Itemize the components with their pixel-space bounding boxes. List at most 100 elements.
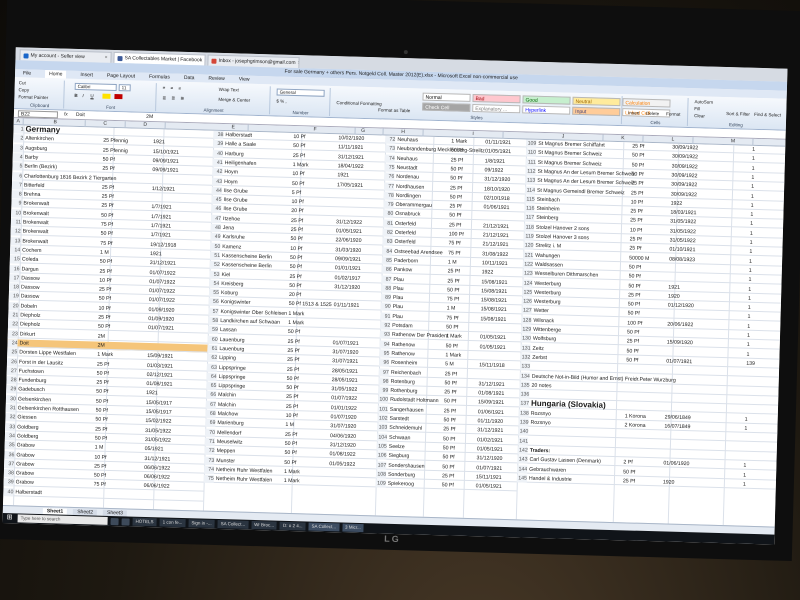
row-number[interactable]: 2 bbox=[13, 134, 24, 143]
row-number[interactable]: 126 bbox=[521, 297, 532, 306]
row-number[interactable]: 131 bbox=[520, 343, 531, 353]
row-number[interactable]: 99 bbox=[378, 386, 389, 395]
font-size-select[interactable]: 11 bbox=[118, 84, 131, 92]
row-number[interactable]: 18 bbox=[8, 283, 20, 292]
fill-button[interactable]: Fill bbox=[694, 106, 700, 111]
row-number[interactable]: 107 bbox=[376, 460, 387, 470]
row-number[interactable]: 69 bbox=[205, 418, 216, 428]
row-number[interactable]: 111 bbox=[525, 158, 536, 167]
file-explorer-icon[interactable] bbox=[121, 517, 130, 526]
row-number[interactable]: 86 bbox=[381, 265, 392, 274]
style-cell[interactable]: Check Cell bbox=[422, 102, 471, 112]
row-number[interactable]: 13 bbox=[10, 236, 21, 245]
highlight-color-icon[interactable] bbox=[102, 93, 111, 99]
row-number[interactable]: 50 bbox=[210, 242, 221, 251]
row-number[interactable]: 25 bbox=[7, 348, 18, 357]
row-number[interactable]: 9 bbox=[11, 199, 22, 208]
row-number[interactable]: 40 bbox=[212, 149, 224, 158]
row-number[interactable]: 74 bbox=[203, 465, 215, 474]
row-number[interactable]: 123 bbox=[522, 269, 533, 278]
taskbar-item[interactable]: 3 Micr... bbox=[341, 523, 364, 533]
cut-button[interactable]: Cut bbox=[19, 80, 26, 85]
conditional-formatting-button[interactable]: Conditional Formatting bbox=[336, 100, 381, 106]
row-number[interactable]: 101 bbox=[377, 405, 388, 414]
row-number[interactable]: 24 bbox=[7, 338, 18, 348]
row-number[interactable]: 84 bbox=[382, 247, 393, 256]
taskbar-item[interactable]: SA Collect... bbox=[308, 522, 340, 532]
row-number[interactable]: 98 bbox=[378, 377, 389, 386]
row-number[interactable]: 27 bbox=[6, 366, 17, 376]
row-number[interactable]: 54 bbox=[209, 279, 220, 288]
row-number[interactable]: 63 bbox=[206, 363, 218, 372]
row-number[interactable]: 59 bbox=[207, 325, 219, 335]
row-number[interactable]: 42 bbox=[212, 167, 223, 177]
row-number[interactable]: 94 bbox=[379, 340, 390, 349]
row-number[interactable]: 106 bbox=[376, 451, 387, 460]
row-number[interactable]: 28 bbox=[6, 376, 17, 385]
format-button[interactable]: Format bbox=[666, 111, 680, 116]
row-number[interactable]: 132 bbox=[520, 353, 531, 362]
row-number[interactable]: 88 bbox=[381, 284, 392, 293]
row-number[interactable]: 83 bbox=[382, 237, 393, 247]
row-number[interactable]: 32 bbox=[5, 413, 16, 422]
row-number[interactable]: 35 bbox=[4, 441, 15, 450]
row-number[interactable]: 85 bbox=[381, 256, 393, 265]
row-number[interactable]: 30 bbox=[5, 394, 17, 404]
row-number[interactable]: 118 bbox=[523, 223, 535, 232]
merge-center-button[interactable]: Merge & Center bbox=[218, 97, 250, 103]
row-number[interactable]: 65 bbox=[206, 381, 217, 391]
row-number[interactable]: 31 bbox=[5, 404, 16, 413]
row-number[interactable]: 20 bbox=[8, 301, 19, 311]
row-number[interactable]: 125 bbox=[522, 288, 533, 297]
row-number[interactable]: 58 bbox=[208, 316, 219, 325]
fx-icon[interactable]: fx bbox=[64, 112, 68, 118]
bold-button[interactable]: B bbox=[74, 93, 77, 98]
row-number[interactable]: 75 bbox=[203, 474, 214, 483]
row-number[interactable]: 78 bbox=[383, 191, 394, 200]
row-number[interactable]: 64 bbox=[206, 372, 217, 381]
row-number[interactable]: 122 bbox=[522, 260, 534, 269]
row-number[interactable]: 60 bbox=[207, 335, 218, 344]
indent-icons[interactable]: ≣ ≣ ≣ bbox=[162, 95, 186, 102]
row-number[interactable]: 76 bbox=[384, 172, 395, 181]
row-number[interactable]: 6 bbox=[12, 171, 23, 180]
style-cell[interactable]: Normal bbox=[422, 92, 471, 102]
style-cell[interactable]: Bad bbox=[472, 93, 521, 104]
row-number[interactable]: 71 bbox=[204, 437, 215, 446]
row-number[interactable]: 110 bbox=[525, 148, 537, 158]
row-number[interactable]: 12 bbox=[10, 227, 21, 236]
row-number[interactable]: 67 bbox=[205, 400, 217, 409]
tab-file[interactable]: File bbox=[23, 69, 31, 77]
row-number[interactable]: 11 bbox=[10, 218, 22, 227]
row-number[interactable]: 72 bbox=[204, 446, 215, 456]
delete-button[interactable]: Delete bbox=[646, 111, 659, 116]
row-number[interactable]: 141 bbox=[517, 436, 529, 446]
row-number[interactable]: 140 bbox=[518, 427, 529, 436]
row-number[interactable]: 109 bbox=[375, 479, 386, 488]
row-number[interactable]: 68 bbox=[205, 409, 216, 418]
row-number[interactable]: 38 bbox=[213, 130, 224, 140]
row-number[interactable]: 23 bbox=[7, 329, 18, 338]
row-number[interactable]: 8 bbox=[11, 190, 22, 199]
row-number[interactable]: 48 bbox=[210, 223, 221, 232]
row-number[interactable]: 53 bbox=[209, 270, 220, 279]
worksheet-grid[interactable]: 1 Germany 2 Altenkirchen 25 Pfennig 1921 3 Augs… bbox=[3, 125, 786, 527]
row-number[interactable]: 55 bbox=[208, 288, 220, 298]
font-color-icon[interactable] bbox=[114, 93, 123, 100]
row-number[interactable]: 51 bbox=[209, 251, 221, 260]
task-view-icon[interactable] bbox=[110, 517, 119, 525]
row-number[interactable]: 95 bbox=[379, 349, 390, 358]
row-number[interactable]: 4 bbox=[12, 153, 23, 162]
row-number[interactable]: 73 bbox=[204, 456, 215, 465]
clear-button[interactable]: Clear bbox=[694, 113, 705, 118]
row-number[interactable]: 133 bbox=[519, 362, 531, 371]
row-number[interactable]: 137 bbox=[518, 399, 530, 409]
row-number[interactable]: 29 bbox=[6, 385, 17, 394]
row-number[interactable]: 21 bbox=[8, 311, 19, 320]
row-number[interactable]: 91 bbox=[380, 312, 391, 321]
close-icon[interactable]: × bbox=[297, 60, 299, 66]
row-number[interactable]: 104 bbox=[376, 433, 388, 442]
taskbar-item[interactable]: Wr Broc... bbox=[250, 520, 278, 530]
row-number[interactable]: 117 bbox=[524, 213, 535, 223]
row-number[interactable]: 61 bbox=[207, 344, 218, 353]
